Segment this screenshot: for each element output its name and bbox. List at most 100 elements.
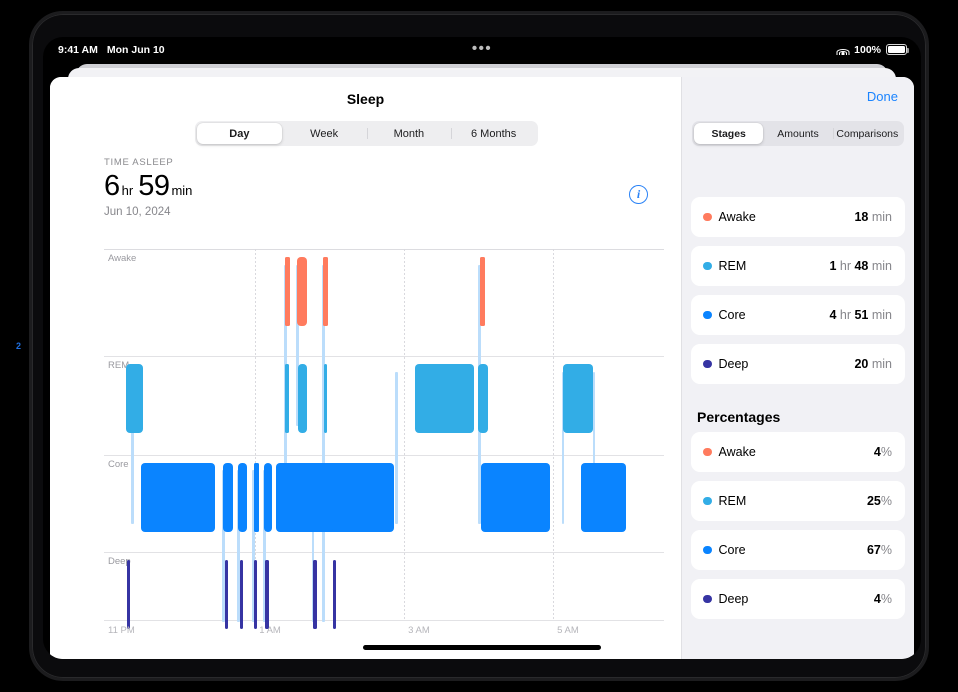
row-card-core-duration[interactable]: Core 4 hr 51 min — [691, 295, 905, 335]
chart-x-tick: 1 AM — [259, 625, 281, 636]
range-tab-week[interactable]: Week — [282, 123, 367, 144]
chart-band-deep: Deep — [104, 552, 664, 621]
row-card-rem-percent[interactable]: REM 25% — [691, 481, 905, 521]
summary-hours-unit: hr — [121, 183, 134, 198]
tab-comparisons[interactable]: Comparisons — [832, 123, 902, 144]
chart-stage-bar-core[interactable] — [480, 462, 550, 532]
row-card-core-percent[interactable]: Core 67% — [691, 530, 905, 570]
stage-value: 1 hr 48 min — [829, 259, 892, 273]
chart-stage-bar-awake[interactable] — [480, 257, 486, 326]
chart-gridline — [404, 249, 406, 621]
chart-stage-bar-awake[interactable] — [284, 257, 290, 326]
stage-percentage-list: Awake 4% REM 25% Core 67% Deep 4% — [691, 432, 905, 628]
stage-value: 18 min — [854, 210, 892, 224]
stage-name: REM — [718, 259, 747, 273]
chart-stage-bar-core[interactable] — [264, 462, 272, 532]
chart-stage-bar-rem[interactable] — [563, 364, 593, 434]
chart-stage-bar-core[interactable] — [238, 462, 248, 532]
chart-stage-bar-core[interactable] — [223, 462, 233, 532]
chart-stage-bar-rem[interactable] — [478, 364, 488, 434]
range-tab-6months[interactable]: 6 Months — [451, 123, 536, 144]
row-card-awake-percent[interactable]: Awake 4% — [691, 432, 905, 472]
sleep-detail-sheet: Sleep Day Week Month 6 Months TIME ASLEE… — [50, 77, 914, 659]
info-circle-icon[interactable]: i — [629, 185, 648, 204]
summary-date: Jun 10, 2024 — [104, 206, 171, 218]
chart-x-tick: 5 AM — [557, 625, 579, 636]
row-card-deep-percent[interactable]: Deep 4% — [691, 579, 905, 619]
battery-icon — [886, 44, 910, 55]
chart-x-tick: 3 AM — [408, 625, 430, 636]
done-button[interactable]: Done — [867, 89, 898, 104]
chart-stage-bar-rem[interactable] — [297, 364, 308, 434]
chart-stage-bar-rem[interactable] — [323, 364, 327, 434]
summary-minutes-unit: min — [171, 183, 193, 198]
stage-name: REM — [718, 494, 747, 508]
left-edge-marker: 2 — [16, 341, 21, 351]
chart-stage-bar-rem[interactable] — [285, 364, 289, 434]
stage-color-dot-icon — [703, 447, 712, 457]
ipad-screen: 9:41 AM Mon Jun 10 ••• 100% Sleep Day We… — [43, 37, 921, 659]
stage-value: 25% — [866, 494, 892, 508]
chart-stage-bar-deep[interactable] — [265, 560, 269, 630]
status-date: Mon Jun 10 — [106, 43, 165, 56]
chart-stage-bar-core[interactable] — [312, 462, 322, 532]
stage-name: Core — [718, 308, 746, 322]
home-indicator[interactable] — [363, 645, 601, 650]
stage-color-dot-icon — [703, 261, 712, 271]
chart-stage-bar-deep[interactable] — [333, 560, 337, 630]
stage-value: 4 hr 51 min — [829, 308, 892, 322]
status-bar: 9:41 AM Mon Jun 10 ••• 100% — [43, 37, 921, 62]
status-bar-right: 100% — [836, 43, 910, 56]
chart-stage-bar-deep[interactable] — [254, 560, 258, 630]
wifi-icon — [836, 45, 850, 55]
ipad-device-frame: 9:41 AM Mon Jun 10 ••• 100% Sleep Day We… — [29, 11, 929, 681]
chart-stage-bar-rem[interactable] — [414, 364, 474, 434]
range-tab-month[interactable]: Month — [366, 123, 452, 144]
page-title: Sleep — [346, 91, 385, 107]
chart-stage-connector — [395, 371, 398, 525]
battery-percent-label: 100% — [854, 43, 881, 56]
chart-stage-bar-core[interactable] — [581, 462, 626, 532]
summary-hours: 6 — [104, 170, 120, 202]
chart-stage-bar-deep[interactable] — [239, 560, 243, 630]
chart-band-awake: Awake — [104, 249, 664, 356]
chart-x-axis: 11 PM 1 AM 3 AM 5 AM — [104, 625, 664, 641]
range-tab-day[interactable]: Day — [197, 123, 282, 144]
stage-value: 67% — [866, 543, 892, 557]
percentages-heading: Percentages — [697, 409, 781, 425]
tab-stages[interactable]: Stages — [694, 123, 764, 144]
row-card-deep-duration[interactable]: Deep 20 min — [691, 344, 905, 384]
stage-name: Deep — [718, 592, 749, 606]
stage-value: 4% — [873, 445, 892, 459]
chart-gridline — [553, 249, 555, 621]
stage-duration-list: Awake 18 min REM 1 hr 48 min Core 4 hr 51 min… — [691, 197, 905, 393]
chart-stage-bar-core[interactable] — [140, 462, 215, 532]
chart-stage-bar-awake[interactable] — [296, 257, 308, 326]
tab-amounts[interactable]: Amounts — [763, 123, 832, 144]
stage-value: 20 min — [854, 357, 892, 371]
chart-stage-bar-deep[interactable] — [313, 560, 317, 630]
summary-minutes: 59 — [138, 170, 170, 202]
stage-view-segmented-control[interactable]: Stages Amounts Comparisons — [692, 121, 904, 146]
summary-value: 6 hr 59 min — [104, 170, 197, 203]
chart-stage-bar-deep[interactable] — [126, 560, 131, 630]
chart-stage-bar-core[interactable] — [253, 462, 259, 532]
stage-color-dot-icon — [703, 359, 712, 369]
chart-stage-bar-rem[interactable] — [126, 364, 144, 434]
chart-band-label-core: Core — [108, 458, 129, 470]
row-card-awake-duration[interactable]: Awake 18 min — [691, 197, 905, 237]
status-time: 9:41 AM — [58, 43, 98, 56]
time-range-segmented-control[interactable]: Day Week Month 6 Months — [195, 121, 538, 146]
chart-x-tick: 11 PM — [108, 625, 135, 636]
stage-color-dot-icon — [703, 496, 712, 506]
detail-pane: Sleep Day Week Month 6 Months TIME ASLEE… — [50, 77, 681, 659]
chart-stage-bar-awake[interactable] — [322, 257, 328, 326]
chart-stage-bar-core[interactable] — [332, 462, 395, 532]
status-bar-left: 9:41 AM Mon Jun 10 — [58, 44, 165, 56]
stages-summary-pane: Done Stages Amounts Comparisons Awake 18 … — [681, 77, 914, 659]
chart-stage-bar-deep[interactable] — [224, 560, 229, 630]
stage-name: Deep — [718, 357, 749, 371]
row-card-rem-duration[interactable]: REM 1 hr 48 min — [691, 246, 905, 286]
stage-color-dot-icon — [703, 594, 712, 604]
chart-baseline — [104, 620, 664, 621]
